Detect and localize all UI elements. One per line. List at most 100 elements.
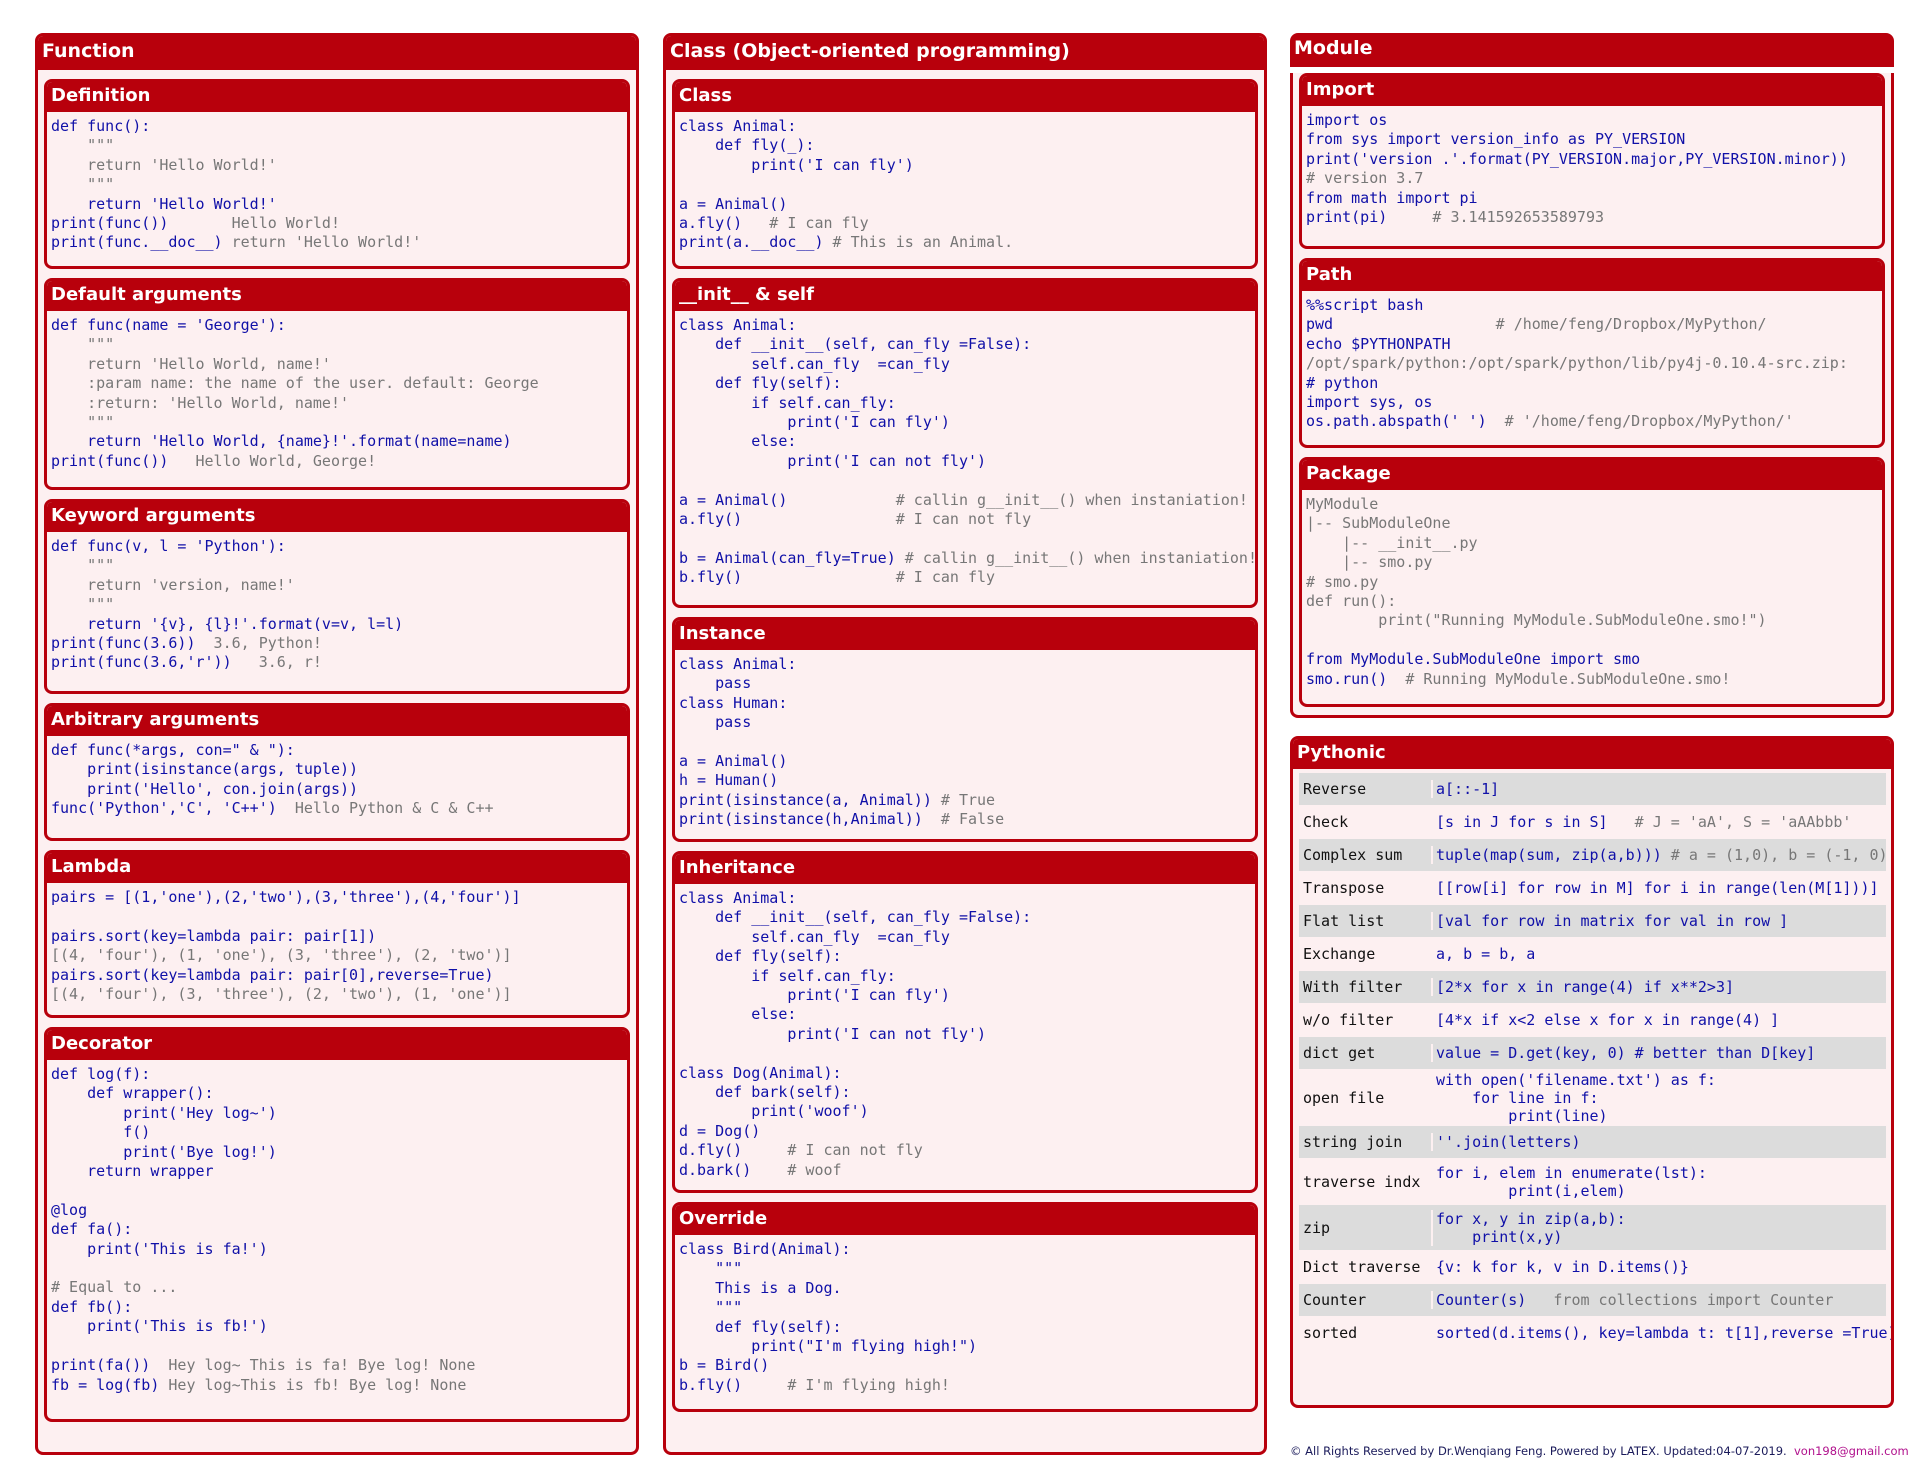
code-comment: # version 3.7: [1306, 169, 1424, 188]
code-line: smo.run() # Running MyModule.SubModuleOn…: [1306, 670, 1878, 689]
code-text: print(func(3.6)): [51, 634, 196, 653]
code-text: else:: [679, 432, 797, 451]
code-text: return wrapper: [51, 1162, 214, 1181]
code-comment: return 'Hello World!': [222, 233, 422, 252]
code-text: print('This is fa!'): [51, 1239, 268, 1258]
code-line: return wrapper: [51, 1162, 623, 1181]
code-line: def __init__(self, can_fly =False):: [679, 335, 1251, 354]
code-line: print('I can fly'): [679, 986, 1251, 1005]
code-text: print('I can not fly'): [679, 451, 987, 470]
row-code: {v: k for k, v in D.items()}: [1431, 1258, 1886, 1276]
pythonic-table: Reverse a[::-1] Check [s in J for s in S] #…: [1299, 773, 1891, 1350]
code-line: def wrapper():: [51, 1084, 623, 1103]
column-module: Module Import import os from sys import ve…: [1290, 33, 1894, 1408]
table-row: Check [s in J for s in S] # J = 'aA', S =…: [1299, 806, 1886, 839]
code-text: print('version .'.format(PY_VERSION.majo…: [1306, 149, 1848, 168]
code-line: os.path.abspath(' ') # '/home/feng/Dropb…: [1306, 412, 1878, 431]
row-code: with open('filename.txt') as f: for line…: [1431, 1070, 1886, 1125]
code-line: pwd # /home/feng/Dropbox/MyPython/: [1306, 315, 1878, 334]
code-text: print('Hey log~'): [51, 1103, 277, 1122]
table-row: Transpose [[row[i] for row in M] for i in…: [1299, 872, 1886, 905]
code-text: pass: [679, 674, 752, 693]
card-keyword-arguments: Keyword arguments def func(v, l = 'Python…: [44, 499, 630, 694]
code-line: # version 3.7: [1306, 169, 1878, 188]
code-text: This is a Dog.: [679, 1278, 842, 1297]
code-line: """: [51, 556, 623, 575]
column-function: Function Definition def func(): """ retur…: [35, 33, 639, 1455]
row-label: With filter: [1303, 978, 1403, 996]
code-line: def func(v, l = 'Python'):: [51, 537, 623, 556]
row-label: dict get: [1303, 1044, 1376, 1062]
code-line: func('Python','C', 'C++') Hello Python &…: [51, 799, 623, 818]
code-line: print(func(3.6,'r')) 3.6, r!: [51, 653, 623, 672]
row-label: open file: [1303, 1088, 1385, 1107]
code-text: print('Hello', con.join(args)): [51, 779, 359, 798]
code-text: fb = log(fb): [51, 1375, 160, 1394]
code-comment: # This is an Animal.: [823, 233, 1014, 252]
code-text: print('I can fly'): [679, 413, 950, 432]
code-line: """: [679, 1298, 1251, 1317]
code-text: class Animal:: [679, 655, 797, 673]
card-import: Import import os from sys import version_i…: [1299, 73, 1885, 249]
code-text: print(isinstance(a, Animal)): [679, 790, 932, 809]
table-row: Flat list [val for row in matrix for val …: [1299, 905, 1886, 938]
code-line: pass: [679, 713, 1251, 732]
code-text: def wrapper():: [51, 1084, 214, 1103]
code-line: # python: [1306, 374, 1878, 393]
row-label: traverse indx: [1303, 1172, 1421, 1191]
code-line: d = Dog(): [679, 1122, 1251, 1141]
code-comment: """: [51, 595, 115, 614]
code-comment: return 'Hello World, name!': [51, 354, 331, 373]
code-comment: # callin g__init__() when instaniation!: [895, 548, 1257, 567]
code-comment: MyModule: [1306, 495, 1379, 513]
code-comment: # J = 'aA', S = 'aAAbbb': [1607, 813, 1852, 831]
code-text: a.fly(): [679, 510, 743, 529]
code-line: class Animal:: [679, 316, 1251, 335]
code-text: print('This is fb!'): [51, 1317, 268, 1336]
code-comment: # I can not fly: [742, 1141, 923, 1160]
footer-email[interactable]: von198@gmail.com: [1794, 1444, 1909, 1458]
code-line: import os: [1306, 111, 1878, 130]
code-block: class Animal: pass class Human: pass a = …: [675, 650, 1255, 836]
code-line: if self.can_fly:: [679, 394, 1251, 413]
code-line: :return: 'Hello World, name!': [51, 394, 623, 413]
code-text: from math import pi: [1306, 188, 1478, 207]
code-line: :param name: the name of the user. defau…: [51, 374, 623, 393]
code-text: def __init__(self, can_fly =False):: [679, 908, 1032, 927]
card-decorator: Decorator def log(f): def wrapper(): prin…: [44, 1027, 630, 1422]
card-pythonic: Pythonic Reverse a[::-1] Check [s in J for …: [1290, 736, 1894, 1408]
code-line: print(a.__doc__) # This is an Animal.: [679, 233, 1251, 252]
code-text: h = Human(): [679, 771, 779, 790]
row-label: string join: [1303, 1133, 1403, 1151]
code-text: b.fly(): [679, 568, 743, 587]
card-default-arguments: Default arguments def func(name = 'George…: [44, 278, 630, 490]
code-line: d.fly() # I can not fly: [679, 1141, 1251, 1160]
card-title: Default arguments: [47, 281, 627, 311]
code-line: """: [679, 1259, 1251, 1278]
code-text: print(func()): [51, 451, 169, 470]
code-line: a.fly() # I can not fly: [679, 510, 1251, 529]
footer: © All Rights Reserved by Dr.Wenqiang Fen…: [1290, 1444, 1909, 1458]
row-code: Counter(s) from collections import Count…: [1431, 1291, 1886, 1309]
code-block: class Animal: def __init__(self, can_fly…: [675, 311, 1255, 594]
code-comment: # 3.141592653589793: [1387, 208, 1605, 227]
row-label: zip: [1303, 1218, 1331, 1237]
code-text: pwd: [1306, 315, 1334, 334]
card-inheritance: Inheritance class Animal: def __init__(se…: [672, 851, 1258, 1193]
code-line: """: [51, 136, 623, 155]
table-row: Dict traverse {v: k for k, v in D.items()…: [1299, 1251, 1886, 1284]
column-title: Function: [38, 36, 636, 70]
code-line: else:: [679, 1005, 1251, 1024]
code-comment: # callin g__init__() when instaniation!: [787, 490, 1248, 509]
code-line: """: [51, 595, 623, 614]
code-line: echo $PYTHONPATH: [1306, 335, 1878, 354]
code-text: from MyModule.SubModuleOne import smo: [1306, 650, 1641, 669]
code-line: [(4, 'four'), (1, 'one'), (3, 'three'), …: [51, 946, 623, 965]
code-line: else:: [679, 432, 1251, 451]
code-text: echo $PYTHONPATH: [1306, 334, 1451, 353]
code-text: print('I can fly'): [679, 986, 950, 1005]
code-text: def fa():: [51, 1220, 133, 1239]
code-comment: """: [51, 335, 115, 354]
